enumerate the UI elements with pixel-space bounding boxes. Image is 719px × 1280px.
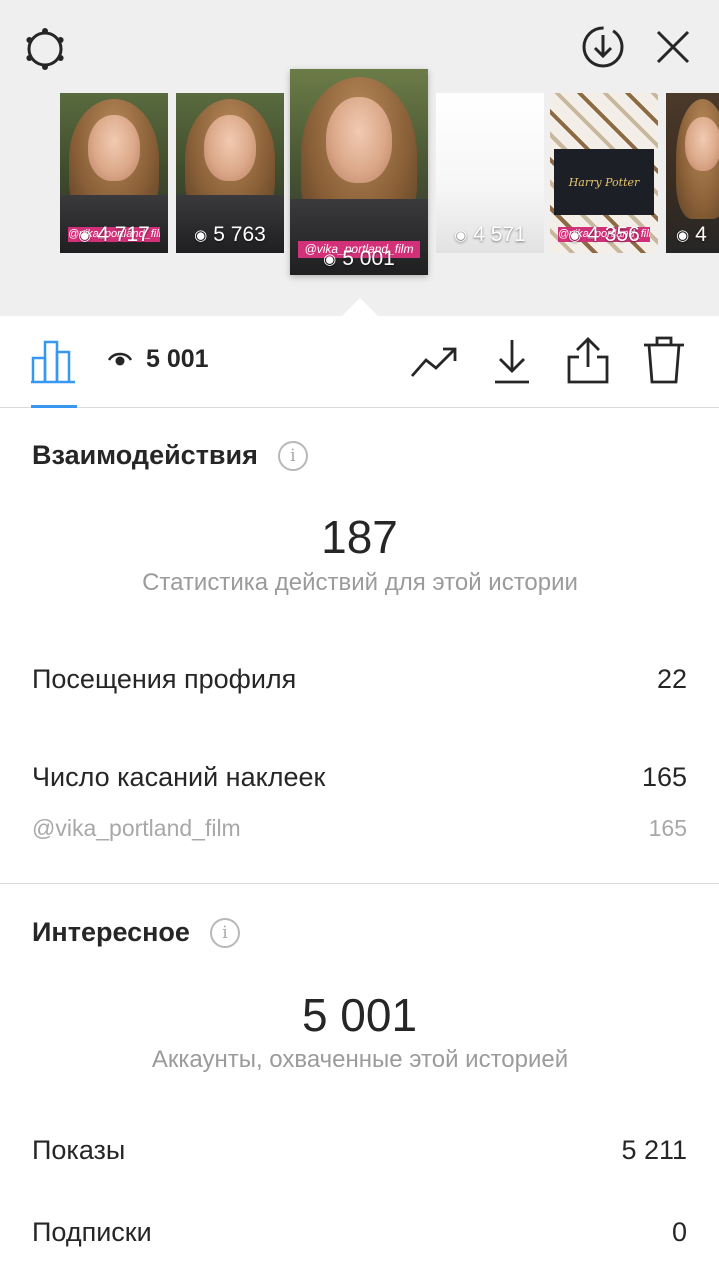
- settings-button[interactable]: [18, 22, 72, 76]
- thumbnail-views: ◉ 4: [676, 223, 707, 246]
- harry-potter-logo: Harry Potter: [568, 175, 640, 189]
- eye-icon: [108, 352, 132, 365]
- story-thumbnail[interactable]: ◉ 5 763: [176, 93, 284, 253]
- close-icon: [656, 30, 690, 64]
- info-icon[interactable]: i: [277, 440, 308, 471]
- delete-button[interactable]: [636, 332, 692, 388]
- eye-icon: ◉: [568, 227, 582, 244]
- share-icon: [567, 337, 609, 384]
- thumbnail-views: ◉ 5 001: [323, 247, 395, 270]
- story-thumbnail[interactable]: ◉ 4: [666, 93, 719, 253]
- close-button[interactable]: [648, 22, 698, 72]
- download-circle-icon: [582, 26, 624, 68]
- stat-row: Подписки 0: [32, 1217, 687, 1247]
- stat-row: Посещения профиля 22: [32, 664, 687, 694]
- eye-icon: ◉: [676, 227, 690, 244]
- trend-button[interactable]: [406, 336, 462, 388]
- stat-subrow: @vika_portland_film 165: [32, 815, 687, 841]
- discovery-caption: Аккаунты, охваченные этой историей: [151, 1046, 569, 1073]
- thumbnail-views: ◉ 4 717: [78, 223, 150, 246]
- story-thumbnail[interactable]: Harry Potter @vika_portland_film ◉ 4 356: [550, 93, 658, 253]
- thumbnail-views: ◉ 4 571: [454, 223, 526, 246]
- eye-icon: ◉: [323, 251, 337, 268]
- active-tab-indicator: [31, 405, 77, 408]
- story-thumbnail[interactable]: ◉ 4 571: [436, 93, 544, 253]
- stat-row: Показы 5 211: [32, 1135, 687, 1165]
- stat-row: Число касаний наклеек 165: [32, 762, 687, 792]
- story-thumbnail[interactable]: @vika_portland_film ◉ 4 717: [60, 93, 168, 253]
- selection-pointer: [342, 298, 378, 316]
- thumbnail-views: ◉ 5 763: [194, 223, 266, 246]
- eye-icon: ◉: [454, 227, 468, 244]
- share-button[interactable]: [560, 332, 616, 388]
- download-icon: [495, 340, 529, 384]
- download-button[interactable]: [486, 334, 538, 388]
- info-icon[interactable]: i: [209, 917, 240, 948]
- trend-icon: [410, 347, 457, 377]
- eye-icon: ◉: [194, 227, 208, 244]
- thumbnail-views: ◉ 4 356: [568, 223, 640, 246]
- gear-icon: [26, 28, 64, 70]
- discovery-total: 5 001: [301, 989, 418, 1041]
- interactions-caption: Статистика действий для этой истории: [142, 569, 578, 596]
- trash-icon: [644, 336, 684, 384]
- section-divider: [0, 883, 719, 884]
- interactions-heading: Взаимодействия i: [32, 440, 308, 471]
- bar-chart-icon: [31, 340, 75, 384]
- eye-icon: ◉: [78, 227, 92, 244]
- story-thumbnail-selected[interactable]: @vika_portland_film ◉ 5 001: [290, 69, 428, 275]
- views-count: 5 001: [108, 345, 209, 374]
- tab-insights[interactable]: [28, 332, 80, 388]
- interactions-total: 187: [321, 511, 398, 563]
- discovery-heading: Интересное i: [32, 917, 240, 948]
- save-story-button[interactable]: [578, 22, 628, 72]
- stories-strip-area: @vika_portland_film ◉ 4 717 ◉ 5 763 @vik…: [0, 0, 719, 316]
